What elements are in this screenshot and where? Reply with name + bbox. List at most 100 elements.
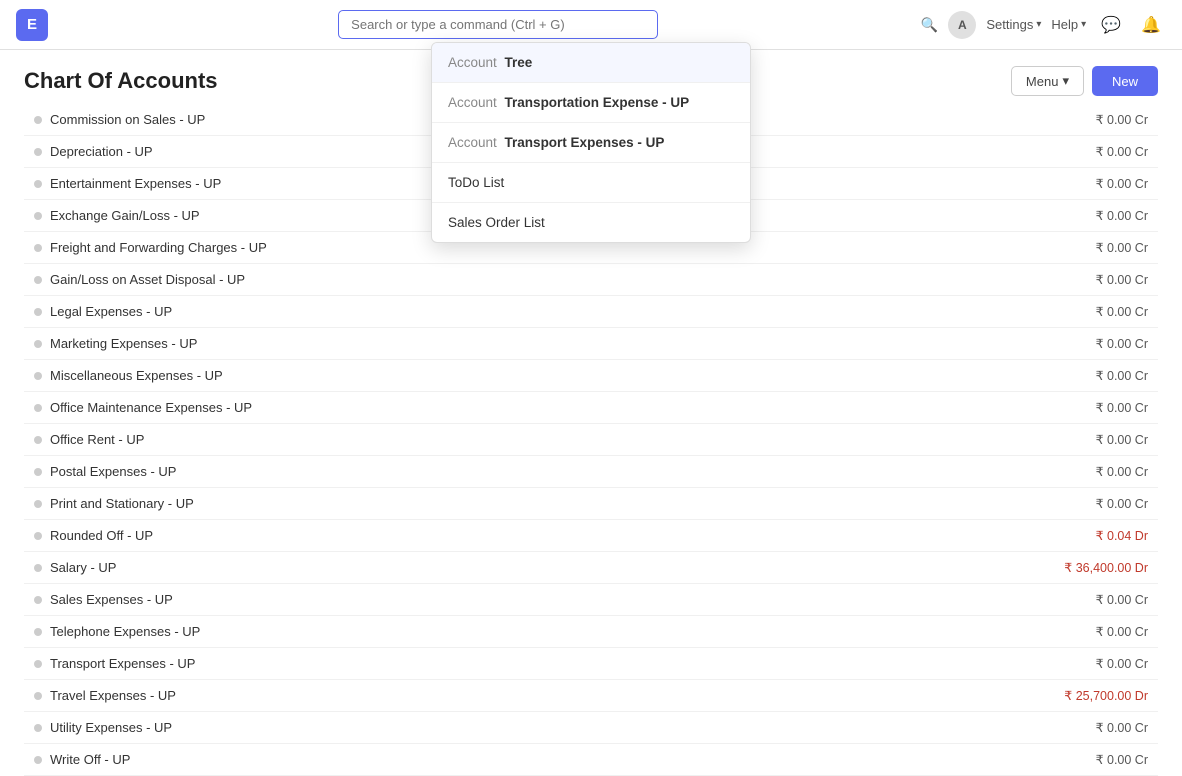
account-amount-cell: ₹ 0.00 Cr <box>828 264 1158 296</box>
account-name: Utility Expenses - UP <box>50 720 172 735</box>
table-row[interactable]: Travel Expenses - UP ₹ 25,700.00 Dr <box>24 680 1158 712</box>
table-row[interactable]: Office Rent - UP₹ 0.00 Cr <box>24 424 1158 456</box>
account-amount-cell: ₹ 0.00 Cr <box>828 296 1158 328</box>
new-button[interactable]: New <box>1092 66 1158 96</box>
row-dot-icon <box>34 276 42 284</box>
account-name-cell: Gain/Loss on Asset Disposal - UP <box>24 264 828 296</box>
account-name-cell: Postal Expenses - UP <box>24 456 828 488</box>
help-chevron-icon: ▾ <box>1081 19 1086 30</box>
dropdown-item-todo-list[interactable]: ToDo List <box>432 163 750 203</box>
header-right: A Settings ▾ Help ▾ 💬 🔔 <box>948 11 1166 39</box>
account-name: Sales Expenses - UP <box>50 592 173 607</box>
account-name: Office Maintenance Expenses - UP <box>50 400 252 415</box>
table-row[interactable]: Rounded Off - UP ₹ 0.04 Dr <box>24 520 1158 552</box>
account-name-cell: Legal Expenses - UP <box>24 296 828 328</box>
account-name: Legal Expenses - UP <box>50 304 172 319</box>
account-name: Commission on Sales - UP <box>50 112 205 127</box>
dropdown-item-transportation-expense[interactable]: Account Transportation Expense - UP <box>432 83 750 123</box>
menu-button[interactable]: Menu ▾ <box>1011 66 1084 96</box>
row-dot-icon <box>34 212 42 220</box>
account-amount-cell: ₹ 0.00 Cr <box>828 488 1158 520</box>
account-name: Travel Expenses - UP <box>50 688 176 703</box>
account-name-cell: Transport Expenses - UP <box>24 648 828 680</box>
row-dot-icon <box>34 468 42 476</box>
row-dot-icon <box>34 116 42 124</box>
search-input[interactable] <box>338 10 658 39</box>
account-amount-cell: ₹ 0.00 Cr <box>828 456 1158 488</box>
account-name: Exchange Gain/Loss - UP <box>50 208 200 223</box>
table-row[interactable]: Legal Expenses - UP ₹ 0.00 Cr <box>24 296 1158 328</box>
row-dot-icon <box>34 180 42 188</box>
account-amount-cell: ₹ 0.00 Cr <box>828 200 1158 232</box>
search-icon: 🔍 <box>921 16 938 33</box>
row-dot-icon <box>34 532 42 540</box>
table-row[interactable]: Sales Expenses - UP ₹ 0.00 Cr <box>24 584 1158 616</box>
table-row[interactable]: Postal Expenses - UP ₹ 0.00 Cr <box>24 456 1158 488</box>
account-name: Telephone Expenses - UP <box>50 624 200 639</box>
row-dot-icon <box>34 756 42 764</box>
table-row[interactable]: Gain/Loss on Asset Disposal - UP ₹ 0.00 C… <box>24 264 1158 296</box>
menu-chevron-icon: ▾ <box>1062 73 1069 89</box>
account-amount-cell: ₹ 0.00 Cr <box>828 712 1158 744</box>
table-row[interactable]: Miscellaneous Expenses - UP ₹ 0.00 Cr <box>24 360 1158 392</box>
dropdown-item-sales-order-list[interactable]: Sales Order List <box>432 203 750 242</box>
dropdown-item-transport-expenses[interactable]: Account Transport Expenses - UP <box>432 123 750 163</box>
account-name-cell: Print and Stationary - UP <box>24 488 828 520</box>
row-dot-icon <box>34 596 42 604</box>
avatar-button[interactable]: A <box>948 11 976 39</box>
account-name: Print and Stationary - UP <box>50 496 194 511</box>
account-name-cell: Salary - UP <box>24 552 828 584</box>
account-name: Entertainment Expenses - UP <box>50 176 221 191</box>
account-amount-cell: ₹ 0.00 Cr <box>828 232 1158 264</box>
account-name: Rounded Off - UP <box>50 528 153 543</box>
account-name: Gain/Loss on Asset Disposal - UP <box>50 272 245 287</box>
row-dot-icon <box>34 724 42 732</box>
account-amount-cell: ₹ 25,700.00 Dr <box>828 680 1158 712</box>
account-amount-cell: ₹ 0.00 Cr <box>828 744 1158 776</box>
table-row[interactable]: Telephone Expenses - UP₹ 0.00 Cr <box>24 616 1158 648</box>
row-dot-icon <box>34 308 42 316</box>
table-row[interactable]: Office Maintenance Expenses - UP ₹ 0.00 C… <box>24 392 1158 424</box>
account-name: Salary - UP <box>50 560 116 575</box>
account-amount-cell: ₹ 36,400.00 Dr <box>828 552 1158 584</box>
page-actions: Menu ▾ New <box>1011 66 1158 96</box>
account-name-cell: Write Off - UP <box>24 744 828 776</box>
table-row[interactable]: Transport Expenses - UP₹ 0.00 Cr <box>24 648 1158 680</box>
row-dot-icon <box>34 372 42 380</box>
page-title: Chart Of Accounts <box>24 68 218 94</box>
account-amount-cell: ₹ 0.00 Cr <box>828 104 1158 136</box>
account-name-cell: Utility Expenses - UP <box>24 712 828 744</box>
account-name: Postal Expenses - UP <box>50 464 176 479</box>
dropdown-item-account-tree[interactable]: Account Tree <box>432 43 750 83</box>
account-amount-cell: ₹ 0.00 Cr <box>828 584 1158 616</box>
chat-icon-button[interactable]: 💬 <box>1096 13 1126 37</box>
help-button[interactable]: Help ▾ <box>1051 17 1086 32</box>
table-row[interactable]: Write Off - UP₹ 0.00 Cr <box>24 744 1158 776</box>
account-amount-cell: ₹ 0.00 Cr <box>828 360 1158 392</box>
row-dot-icon <box>34 340 42 348</box>
search-wrapper: 🔍 Account Tree Account Transportation Ex… <box>48 10 948 39</box>
account-name-cell: Travel Expenses - UP <box>24 680 828 712</box>
account-name: Office Rent - UP <box>50 432 144 447</box>
row-dot-icon <box>34 244 42 252</box>
account-name-cell: Marketing Expenses - UP <box>24 328 828 360</box>
table-row[interactable]: Marketing Expenses - UP₹ 0.00 Cr <box>24 328 1158 360</box>
account-amount-cell: ₹ 0.00 Cr <box>828 136 1158 168</box>
account-name: Marketing Expenses - UP <box>50 336 197 351</box>
account-name: Miscellaneous Expenses - UP <box>50 368 223 383</box>
table-row[interactable]: Utility Expenses - UP ₹ 0.00 Cr <box>24 712 1158 744</box>
account-name: Freight and Forwarding Charges - UP <box>50 240 267 255</box>
account-name-cell: Miscellaneous Expenses - UP <box>24 360 828 392</box>
account-name-cell: Office Rent - UP <box>24 424 828 456</box>
row-dot-icon <box>34 148 42 156</box>
table-row[interactable]: Salary - UP ₹ 36,400.00 Dr <box>24 552 1158 584</box>
table-row[interactable]: Print and Stationary - UP ₹ 0.00 Cr <box>24 488 1158 520</box>
row-dot-icon <box>34 628 42 636</box>
account-name-cell: Sales Expenses - UP <box>24 584 828 616</box>
settings-button[interactable]: Settings ▾ <box>986 17 1041 32</box>
account-name-cell: Office Maintenance Expenses - UP <box>24 392 828 424</box>
account-amount-cell: ₹ 0.04 Dr <box>828 520 1158 552</box>
account-name: Depreciation - UP <box>50 144 153 159</box>
notification-icon-button[interactable]: 🔔 <box>1136 13 1166 37</box>
account-amount-cell: ₹ 0.00 Cr <box>828 392 1158 424</box>
